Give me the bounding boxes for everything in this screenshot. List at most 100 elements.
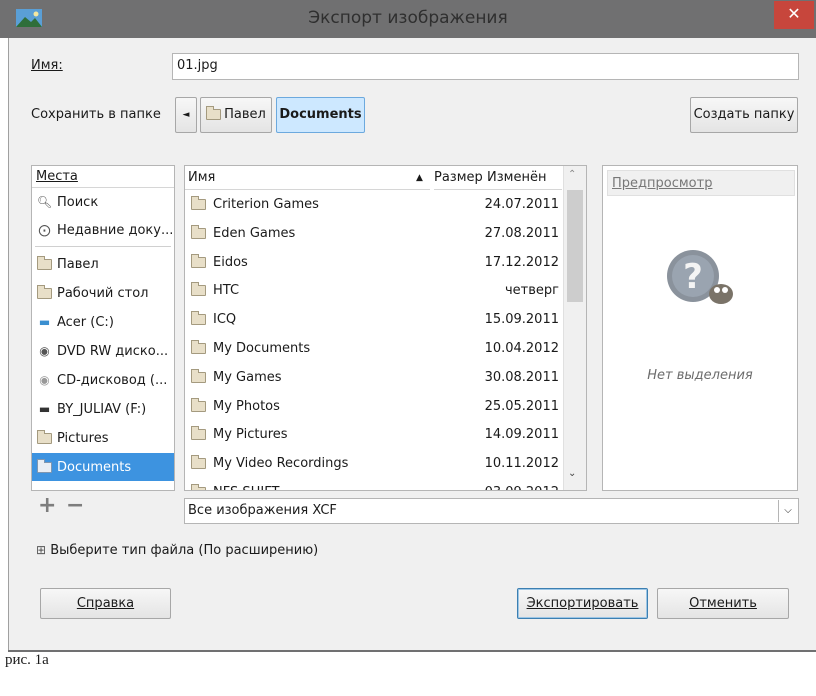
folder-icon [36, 279, 53, 307]
place-label: Недавние доку... [57, 223, 174, 238]
file-name-label: My Games [213, 369, 282, 385]
path-back-button[interactable]: ◄ [175, 97, 197, 133]
place-label: Поиск [57, 195, 99, 210]
file-type-label: Выберите тип файла (По расширению) [50, 543, 319, 558]
folder-icon [191, 368, 206, 383]
file-row[interactable]: My Video Recordings 10.11.2012 [185, 449, 570, 478]
file-name-label: My Video Recordings [213, 456, 349, 472]
folder-icon [191, 455, 206, 470]
name-label-text: Имя: [31, 58, 63, 73]
file-row[interactable]: Eden Games 27.08.2011 [185, 219, 570, 248]
crumb-label: Documents [279, 107, 362, 122]
file-modified: четверг [505, 283, 559, 299]
places-header[interactable]: Места [32, 166, 174, 188]
places-panel: Места 🔍︎ Поиск ⨀ Недавние доку... Павел Ра… [31, 165, 175, 491]
place-usb-f[interactable]: ▬ BY_JULIAV (F:) [32, 395, 174, 423]
file-modified: 27.08.2011 [484, 225, 559, 241]
svg-text:?: ? [683, 257, 703, 297]
file-name: My Photos [191, 392, 431, 421]
export-label: Экспортировать [526, 596, 639, 611]
cancel-label: Отменить [689, 596, 757, 611]
crumb-documents[interactable]: Documents [276, 97, 365, 133]
close-button[interactable]: ✕ [774, 1, 814, 29]
cd-drive-icon: ◉ [39, 373, 50, 387]
column-modified-header[interactable]: Изменён [487, 166, 562, 190]
sort-ascending-icon: ▲ [416, 173, 423, 183]
folder-icon [206, 106, 222, 120]
crumb-pavel[interactable]: Павел [200, 97, 272, 133]
file-name: NFS SHIFT [191, 478, 431, 490]
save-in-label: Сохранить в папке [31, 107, 161, 122]
file-row[interactable]: My Games 30.08.2011 [185, 363, 570, 392]
place-cd-drive[interactable]: ◉ CD-дисковод (... [32, 366, 174, 394]
file-row[interactable]: Criterion Games 24.07.2011 [185, 190, 570, 219]
file-name-label: HTC [213, 283, 240, 299]
add-bookmark-button[interactable]: + [38, 493, 56, 518]
file-name: My Pictures [191, 420, 431, 449]
file-name-label: NFS SHIFT [213, 485, 279, 490]
help-label: Справка [76, 596, 135, 611]
file-row[interactable]: My Pictures 14.09.2011 [185, 420, 570, 449]
file-type-expander[interactable]: ⊞ Выберите тип файла (По расширению) [36, 543, 318, 558]
column-name-label: Имя [188, 170, 216, 185]
place-documents[interactable]: Documents [32, 453, 174, 481]
create-folder-button[interactable]: Создать папку [690, 97, 798, 133]
arrow-left-icon: ◄ [182, 110, 190, 120]
name-label: Имя: [31, 58, 63, 73]
place-acer-c[interactable]: ▬ Acer (C:) [32, 308, 174, 336]
help-button[interactable]: Справка [40, 588, 171, 619]
export-button[interactable]: Экспортировать [517, 588, 648, 619]
file-row[interactable]: Eidos 17.12.2012 [185, 248, 570, 277]
file-name: HTC [191, 276, 431, 305]
file-name-label: Criterion Games [213, 197, 319, 212]
search-icon: 🔍︎ [36, 195, 53, 209]
file-name: Eidos [191, 248, 431, 277]
scroll-down-icon[interactable]: ⌄ [568, 468, 576, 479]
cancel-button[interactable]: Отменить [657, 588, 789, 619]
file-row[interactable]: ICQ 15.09.2011 [185, 305, 570, 334]
place-pavel[interactable]: Павел [32, 250, 174, 278]
file-name-label: My Photos [213, 398, 280, 414]
place-desktop[interactable]: Рабочий стол [32, 279, 174, 307]
file-name: My Video Recordings [191, 449, 431, 478]
folder-icon [191, 426, 206, 441]
file-modified: 30.08.2011 [484, 369, 559, 385]
column-size-header[interactable]: Размер [434, 166, 487, 190]
name-input[interactable]: 01.jpg [172, 53, 799, 80]
file-filter-dropdown[interactable]: Все изображения XCF ⌵ [184, 498, 799, 524]
folder-icon [191, 224, 206, 239]
file-modified: 17.12.2012 [484, 254, 559, 270]
preview-panel: Предпросмотр ? Нет выделения [602, 165, 798, 491]
figure-caption: рис. 1а [5, 652, 49, 668]
place-dvd-rw[interactable]: ◉ DVD RW диско... [32, 337, 174, 365]
column-modified-label: Изменён [487, 170, 547, 185]
file-row[interactable]: My Photos 25.05.2011 [185, 392, 570, 421]
window-title: Экспорт изображения [308, 8, 508, 28]
file-row[interactable]: HTC четверг [185, 276, 570, 305]
question-mark-icon: ? [667, 250, 733, 304]
file-name-label: My Documents [213, 341, 311, 356]
file-modified: 10.04.2012 [484, 341, 559, 356]
file-row[interactable]: NFS SHIFT 03.09.2012 [185, 478, 570, 490]
file-row[interactable]: My Documents 10.04.2012 [185, 334, 570, 363]
scrollbar-thumb[interactable] [567, 190, 583, 302]
file-modified: 24.07.2011 [484, 197, 559, 212]
file-list-scrollbar[interactable]: ⌃ ⌄ [563, 166, 586, 490]
place-search[interactable]: 🔍︎ Поиск [32, 188, 174, 216]
file-name-label: Eden Games [213, 225, 296, 241]
folder-icon [36, 453, 53, 481]
window-bottom-border [8, 650, 816, 652]
file-name: Eden Games [191, 219, 431, 248]
place-pictures[interactable]: Pictures [32, 424, 174, 452]
scroll-up-icon[interactable]: ⌃ [568, 169, 576, 180]
places-header-label: Места [36, 169, 78, 184]
folder-icon [191, 340, 206, 354]
folder-icon [191, 484, 206, 490]
place-label: DVD RW диско... [57, 344, 169, 359]
remove-bookmark-button[interactable]: − [66, 493, 84, 518]
column-name-header[interactable]: Имя ▲ [185, 166, 430, 190]
create-folder-label: Создать папку [693, 107, 795, 122]
chevron-down-icon[interactable]: ⌵ [778, 500, 797, 522]
file-modified: 14.09.2011 [484, 427, 559, 443]
place-recent[interactable]: ⨀ Недавние доку... [32, 216, 174, 244]
